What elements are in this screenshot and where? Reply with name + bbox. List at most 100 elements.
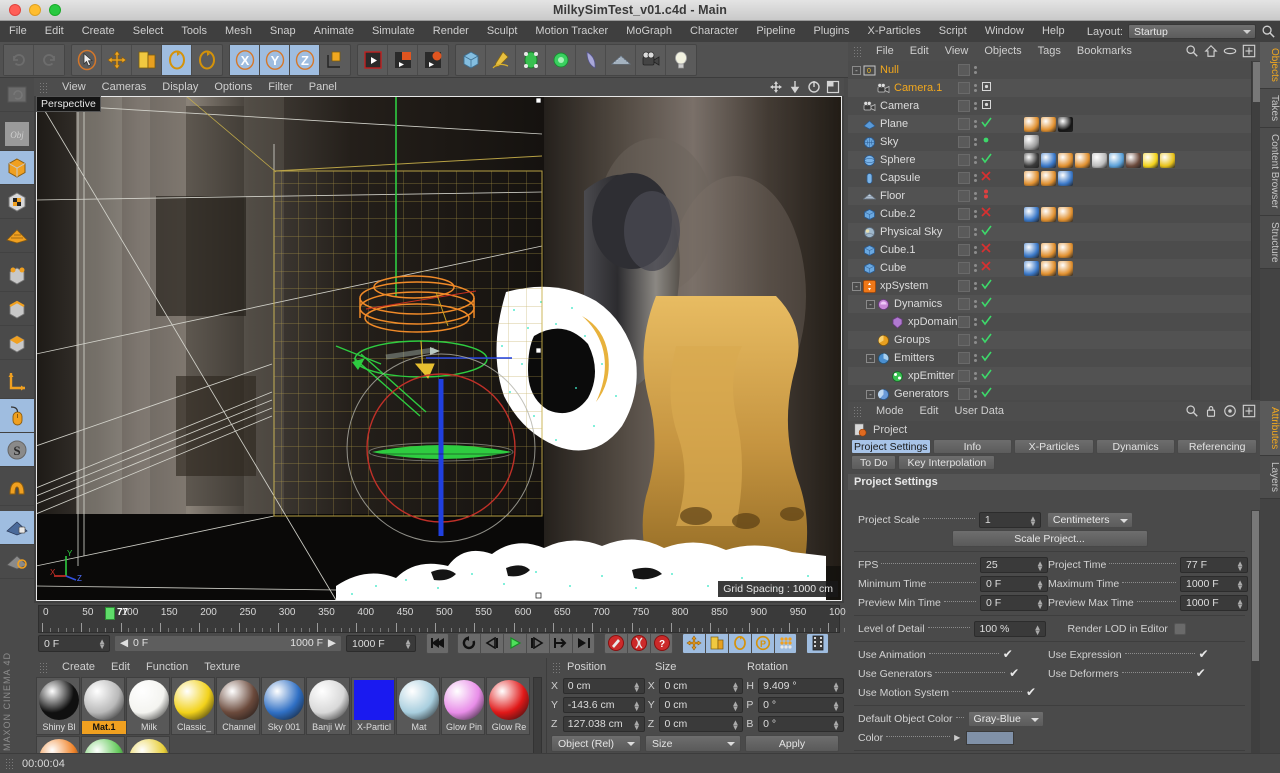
object-visibility-dots[interactable] <box>974 318 977 326</box>
stepper-icon[interactable]: ▲ ▼ <box>98 637 106 650</box>
object-menu-tags[interactable]: Tags <box>1030 42 1069 61</box>
object-row[interactable]: Camera.1 <box>848 79 1260 97</box>
object-layer-box[interactable] <box>958 190 970 202</box>
object-row[interactable]: Cube.2 <box>848 205 1260 223</box>
undo-view-button[interactable] <box>0 78 34 112</box>
object-layer-box[interactable] <box>958 136 970 148</box>
object-enable-indicator[interactable] <box>981 207 992 221</box>
object-enable-indicator[interactable] <box>981 117 992 131</box>
stepper-icon[interactable]: ▲ ▼ <box>731 718 739 731</box>
object-row[interactable]: Floor <box>848 187 1260 205</box>
object-visibility-dots[interactable] <box>974 300 977 308</box>
object-layer-box[interactable] <box>958 352 970 364</box>
material-menu-texture[interactable]: Texture <box>196 658 248 676</box>
object-name[interactable]: Camera <box>880 100 919 112</box>
stepper-icon[interactable]: ▲ ▼ <box>1034 623 1042 636</box>
record-keyframe-button[interactable] <box>604 632 627 654</box>
redo-button[interactable] <box>34 44 64 75</box>
object-layer-box[interactable] <box>958 334 970 346</box>
object-row[interactable]: - Emitters <box>848 349 1260 367</box>
viewport-menu-filter[interactable]: Filter <box>260 78 300 96</box>
stepper-icon[interactable]: ▲ ▼ <box>1236 578 1244 591</box>
new-tab-icon[interactable] <box>1242 404 1256 418</box>
object-name[interactable]: xpSystem <box>880 280 928 292</box>
key-scale-button[interactable] <box>705 632 728 654</box>
object-name[interactable]: Null <box>880 64 899 76</box>
material-swatch[interactable]: Glow Pin <box>441 677 485 735</box>
object-row[interactable]: -0 Null <box>848 61 1260 79</box>
object-tag-icon[interactable] <box>1058 170 1073 186</box>
attribute-field[interactable]: 25 ▲ ▼ <box>980 556 1048 573</box>
object-visibility-dots[interactable] <box>974 156 977 164</box>
attribute-tab-to-do[interactable]: To Do <box>851 455 897 470</box>
menu-render[interactable]: Render <box>424 21 478 42</box>
object-tag-icon[interactable] <box>1024 170 1039 186</box>
menu-character[interactable]: Character <box>681 21 747 42</box>
object-row[interactable]: Groups <box>848 331 1260 349</box>
expand-toggle[interactable]: - <box>866 353 875 363</box>
object-name[interactable]: Dynamics <box>894 298 942 310</box>
attribute-field[interactable]: 0 F ▲ ▼ <box>980 594 1048 611</box>
object-layer-box[interactable] <box>958 262 970 274</box>
object-row[interactable]: xpDomain <box>848 313 1260 331</box>
object-layer-box[interactable] <box>958 172 970 184</box>
material-swatch[interactable]: Shiny Bl <box>36 677 80 735</box>
object-tag-icon[interactable] <box>1041 260 1056 276</box>
material-menu-edit[interactable]: Edit <box>103 658 138 676</box>
attribute-checkbox[interactable]: ✔ <box>1003 648 1015 661</box>
object-visibility-dots[interactable] <box>974 336 977 344</box>
object-layer-box[interactable] <box>958 316 970 328</box>
stepper-icon[interactable]: ▲ ▼ <box>1029 514 1037 527</box>
planar-workplane-button[interactable] <box>0 545 34 579</box>
autokey-button[interactable] <box>627 632 650 654</box>
attribute-tab-key-interpolation[interactable]: Key Interpolation <box>898 455 996 470</box>
axis-z-button[interactable]: Z <box>290 44 320 75</box>
search-icon[interactable] <box>1261 24 1276 39</box>
object-visibility-dots[interactable] <box>974 210 977 218</box>
expand-toggle[interactable]: - <box>866 389 875 399</box>
menu-tools[interactable]: Tools <box>172 21 216 42</box>
object-name[interactable]: Sphere <box>880 154 915 166</box>
enable-axis-button[interactable] <box>0 399 34 433</box>
search-icon[interactable] <box>1185 44 1199 58</box>
object-tag-icon[interactable] <box>1160 152 1175 168</box>
object-visibility-dots[interactable] <box>974 372 977 380</box>
object-layer-box[interactable] <box>958 208 970 220</box>
viewport-menu-panel[interactable]: Panel <box>301 78 345 96</box>
attribute-menu-user-data[interactable]: User Data <box>947 402 1013 421</box>
play-backwards-button[interactable] <box>480 632 503 654</box>
right-tab-structure[interactable]: Structure <box>1260 215 1280 270</box>
menu-motion-tracker[interactable]: Motion Tracker <box>526 21 617 42</box>
object-enable-indicator[interactable] <box>981 171 992 185</box>
object-tag-icon[interactable] <box>1058 116 1073 132</box>
object-layer-box[interactable] <box>958 388 970 400</box>
key-position-button[interactable] <box>682 632 705 654</box>
object-layer-box[interactable] <box>958 154 970 166</box>
add-deformer-button[interactable] <box>546 44 576 75</box>
pan-view-icon[interactable] <box>769 80 783 94</box>
object-row[interactable]: Sphere <box>848 151 1260 169</box>
object-name[interactable]: xpDomain <box>908 316 958 328</box>
material-swatch[interactable]: Classic_ <box>171 677 215 735</box>
attribute-tab-x-particles[interactable]: X-Particles <box>1014 439 1094 454</box>
object-tag-icon[interactable] <box>1024 134 1039 150</box>
object-row[interactable]: - Dynamics <box>848 295 1260 313</box>
object-visibility-dots[interactable] <box>974 246 977 254</box>
material-swatch[interactable]: Milk <box>126 677 170 735</box>
right-tab-objects[interactable]: Objects <box>1260 42 1280 89</box>
go-to-end-button[interactable] <box>572 632 595 654</box>
render-view-button[interactable] <box>358 44 388 75</box>
object-visibility-dots[interactable] <box>974 390 977 398</box>
object-enable-indicator[interactable] <box>981 315 992 329</box>
object-name[interactable]: Generators <box>894 388 949 400</box>
object-name[interactable]: Emitters <box>894 352 934 364</box>
object-layer-box[interactable] <box>958 100 970 112</box>
play-forward-button[interactable] <box>526 632 549 654</box>
viewport-menu-cameras[interactable]: Cameras <box>94 78 155 96</box>
stepper-icon[interactable]: ▲ ▼ <box>731 699 739 712</box>
coordinate-mode-dropdown[interactable]: Object (Rel) <box>551 735 641 752</box>
material-swatch[interactable]: X-Particl <box>351 677 395 735</box>
render-settings-button[interactable] <box>418 45 448 75</box>
object-visibility-dots[interactable] <box>974 102 977 110</box>
object-tag-icon[interactable] <box>1024 242 1039 258</box>
